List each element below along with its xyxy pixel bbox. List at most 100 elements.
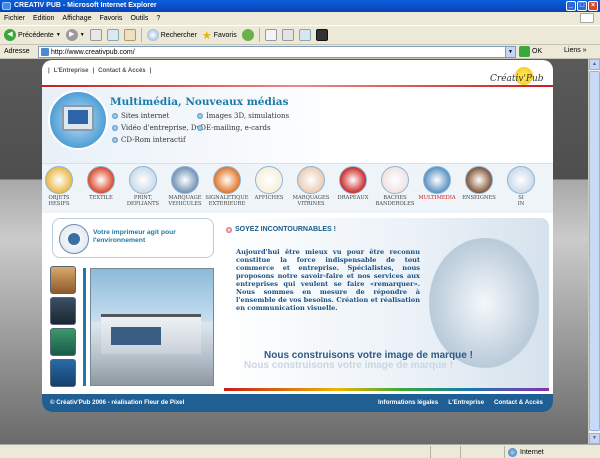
footer-copyright: © Créativ'Pub 2006 - réalisation Fleur d… <box>50 399 185 406</box>
forward-button[interactable]: ▶ ▼ <box>65 27 85 43</box>
header-divider <box>42 85 553 87</box>
category-8[interactable]: BACHES BANDEROLES <box>372 164 418 214</box>
close-button[interactable]: × <box>588 1 598 11</box>
footer-link-entreprise[interactable]: L'Entreprise <box>448 399 484 406</box>
address-label: Adresse <box>4 48 30 55</box>
category-6[interactable]: MARQUAGES VITRINES <box>288 164 334 214</box>
history-icon[interactable] <box>241 29 254 41</box>
windows-flag-icon <box>580 13 594 23</box>
scroll-up-icon[interactable]: ▲ <box>589 59 600 70</box>
service-item[interactable]: Vidéo d'entreprise, DvD <box>112 124 206 132</box>
category-10[interactable]: ENSEIGNES <box>456 164 502 214</box>
category-strip: OBJETS HESIFS TEXTILE PRINT, DEPLIANTS MARQ… <box>42 163 553 213</box>
category-label: SIGNALETIQUE EXTERIEURE <box>205 195 249 207</box>
zone-pane: Internet <box>504 446 600 458</box>
service-item[interactable]: E-mailing, e-cards <box>197 124 271 132</box>
minimize-button[interactable]: _ <box>566 1 576 11</box>
standard-toolbar: ◀ Précédente ▼ ▶ ▼ Rechercher ★ Favoris <box>0 25 600 45</box>
search-button[interactable]: Rechercher <box>146 27 197 43</box>
category-label: PRINT, DEPLIANTS <box>126 195 160 207</box>
nav-entreprise[interactable]: L'Entreprise <box>54 68 89 74</box>
category-label: TEXTILE <box>89 195 113 201</box>
menu-help[interactable]: ? <box>156 15 160 22</box>
menu-affichage[interactable]: Affichage <box>62 15 91 22</box>
category-11[interactable]: SI IN <box>498 164 544 214</box>
service-label: Vidéo d'entreprise, DvD <box>121 124 207 132</box>
vertical-scrollbar[interactable]: ▲ ▼ <box>588 59 600 444</box>
favorites-button[interactable]: ★ Favoris <box>202 27 237 43</box>
footer-link-legal[interactable]: Informations légales <box>378 399 438 406</box>
category-label: BACHES BANDEROLES <box>375 195 415 207</box>
stop-icon[interactable] <box>89 29 102 41</box>
category-2[interactable]: PRINT, DEPLIANTS <box>120 164 166 214</box>
scroll-thumb[interactable] <box>589 71 600 431</box>
menu-favoris[interactable]: Favoris <box>99 15 122 22</box>
menu-bar: Fichier Edition Affichage Favoris Outils… <box>0 12 600 24</box>
address-input[interactable]: http://www.creativpub.com/ ▼ <box>38 46 516 58</box>
eco-seal-icon <box>59 224 89 254</box>
category-icon <box>171 166 199 194</box>
service-item[interactable]: Sites internet <box>112 112 169 120</box>
eco-bubble[interactable]: Votre imprimeur agit pour l'environnemen… <box>52 218 214 258</box>
category-label: MARQUAGES VITRINES <box>292 195 330 207</box>
top-nav: | L'Entreprise | Contact & Accès | <box>48 68 152 74</box>
menu-outils[interactable]: Outils <box>130 15 148 22</box>
home-icon[interactable] <box>123 29 136 41</box>
category-4[interactable]: SIGNALETIQUE EXTERIEURE <box>204 164 250 214</box>
print-icon[interactable] <box>281 29 294 41</box>
nav-contact[interactable]: Contact & Accès <box>98 68 145 74</box>
category-3[interactable]: MARQUAGE VEHICULES <box>162 164 208 214</box>
photo-accent-bar <box>83 268 86 386</box>
messenger-icon[interactable] <box>315 29 328 41</box>
slogan: Nous construisons votre image de marque … <box>264 350 473 361</box>
category-icon <box>297 166 325 194</box>
page-icon <box>41 48 49 56</box>
links-button[interactable]: Liens » <box>564 47 587 54</box>
links-label: Liens <box>564 47 581 54</box>
slogan-reflection: Nous construisons votre image de marque … <box>244 360 453 371</box>
menu-fichier[interactable]: Fichier <box>4 15 25 22</box>
content-panel: SOYEZ INCONTOURNABLES ! Aujourd'hui être… <box>224 218 549 388</box>
thumbnail[interactable] <box>50 359 76 387</box>
thumbnail[interactable] <box>50 266 76 294</box>
status-text <box>0 446 430 458</box>
service-item[interactable]: Images 3D, simulations <box>197 112 289 120</box>
maximize-button[interactable]: □ <box>577 1 587 11</box>
service-label: CD-Rom interactif <box>121 136 186 144</box>
category-label: MARQUAGE VEHICULES <box>168 195 202 207</box>
category-1[interactable]: TEXTILE <box>78 164 124 214</box>
building-photo <box>90 268 214 386</box>
ie-icon <box>2 2 11 10</box>
refresh-icon[interactable] <box>106 29 119 41</box>
color-bar <box>224 388 549 391</box>
website-frame: | L'Entreprise | Contact & Accès | Créat… <box>42 60 553 412</box>
bullet-icon <box>197 125 203 131</box>
category-icon <box>381 166 409 194</box>
category-label: ENSEIGNES <box>462 195 496 201</box>
scroll-down-icon[interactable]: ▼ <box>589 433 600 444</box>
category-5[interactable]: AFFICHES <box>246 164 292 214</box>
menu-edition[interactable]: Edition <box>33 15 54 22</box>
category-7[interactable]: DRAPEAUX <box>330 164 376 214</box>
thumbnail[interactable] <box>50 297 76 325</box>
category-9[interactable]: MULTIMEDIA <box>414 164 460 214</box>
go-button[interactable]: OK <box>519 46 542 57</box>
edit-icon[interactable] <box>298 29 311 41</box>
chevron-down-icon[interactable]: ▼ <box>505 47 515 57</box>
site-footer: © Créativ'Pub 2006 - réalisation Fleur d… <box>42 394 553 412</box>
back-button[interactable]: ◀ Précédente ▼ <box>4 27 61 43</box>
go-arrow-icon <box>519 46 530 57</box>
category-icon <box>507 166 535 194</box>
service-label: E-mailing, e-cards <box>206 124 271 132</box>
service-item[interactable]: CD-Rom interactif <box>112 136 186 144</box>
back-arrow-icon: ◀ <box>4 29 16 41</box>
monitor-icon <box>62 105 94 131</box>
intro-paragraph: Aujourd'hui être mieux vu pour être reco… <box>236 248 420 312</box>
category-icon <box>465 166 493 194</box>
eco-text: Votre imprimeur agit pour l'environnemen… <box>93 229 176 244</box>
category-0[interactable]: OBJETS HESIFS <box>36 164 82 214</box>
category-icon <box>423 166 451 194</box>
thumbnail[interactable] <box>50 328 76 356</box>
mail-icon[interactable] <box>264 29 277 41</box>
footer-link-contact[interactable]: Contact & Accès <box>494 399 543 406</box>
